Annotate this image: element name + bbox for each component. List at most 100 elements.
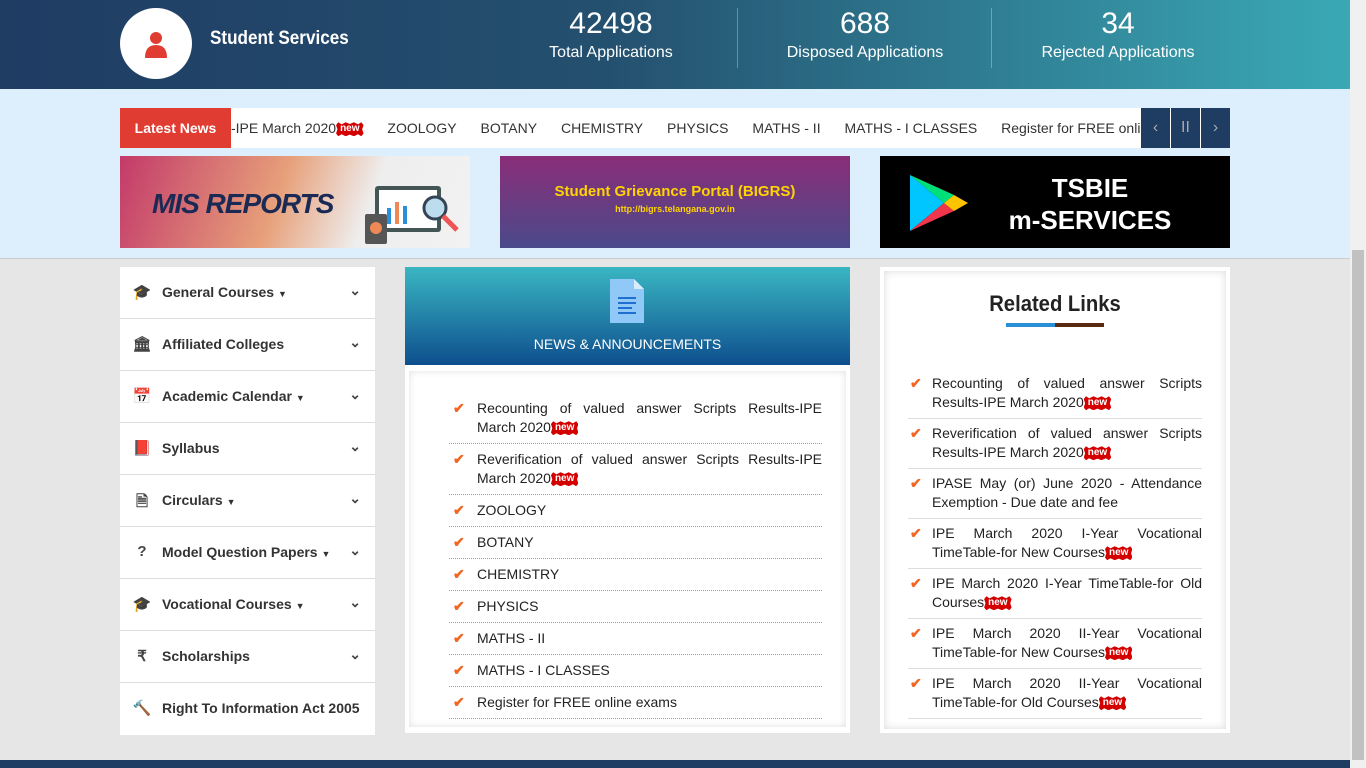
caret-down-icon: ▼ xyxy=(277,289,287,299)
sidebar-item[interactable]: 🎓 General Courses ▼ ⌄ xyxy=(120,267,375,319)
stat-rejected: 34 Rejected Applications xyxy=(993,6,1243,62)
list-item-text: IPE March 2020 I-Year Vocational TimeTab… xyxy=(932,525,1202,560)
ticker-item[interactable]: PHYSICS xyxy=(667,120,728,136)
check-icon: ✔ xyxy=(910,475,922,491)
list-item[interactable]: ✔ MATHS - I CLASSES xyxy=(449,655,822,687)
related-links-title: Related Links xyxy=(989,291,1121,316)
sidebar-item-text: Scholarships xyxy=(162,648,250,664)
chevron-down-icon[interactable]: ⌄ xyxy=(349,594,361,611)
list-item[interactable]: ✔ IPE March 2020 I-Year Vocational TimeTa… xyxy=(908,519,1202,569)
sidebar-item[interactable]: ₹ Scholarships ⌄ xyxy=(120,631,375,683)
list-item[interactable]: ✔ PHYSICS xyxy=(449,591,822,623)
chevron-down-icon[interactable]: ⌄ xyxy=(349,282,361,299)
list-item-text: Recounting of valued answer Scripts Resu… xyxy=(477,400,822,435)
ticker-item[interactable]: MATHS - II xyxy=(752,120,820,136)
grievance-title: Student Grievance Portal (BIGRS) xyxy=(554,183,796,200)
check-icon: ✔ xyxy=(910,375,922,391)
stat-value: 34 xyxy=(1101,7,1135,40)
grievance-portal-banner[interactable]: Student Grievance Portal (BIGRS) http://… xyxy=(500,156,850,248)
check-icon: ✔ xyxy=(453,400,465,416)
sidebar-item[interactable]: 📅 Academic Calendar ▼ ⌄ xyxy=(120,371,375,423)
chevron-down-icon[interactable]: ⌄ xyxy=(349,542,361,559)
sidebar-menu: 🎓 General Courses ▼ ⌄ 🏛 Affiliated Colleges ⌄… xyxy=(120,267,375,735)
list-item-text: IPE March 2020 I-Year TimeTable-for Old … xyxy=(932,575,1202,610)
list-item[interactable]: ✔ IPASE May (or) June 2020 - Attendance E… xyxy=(908,469,1202,519)
latest-news-label: Latest News xyxy=(120,108,231,148)
check-icon: ✔ xyxy=(453,630,465,646)
caret-down-icon: ▼ xyxy=(226,497,236,507)
grievance-url: http://bigrs.telangana.gov.in xyxy=(615,204,735,214)
mis-reports-text: MIS REPORTS xyxy=(152,188,334,219)
ticker-pause-button[interactable]: II xyxy=(1171,108,1200,148)
sidebar-item[interactable]: 🗎 Circulars ▼ ⌄ xyxy=(120,475,375,527)
stat-total: 42498 Total Applications xyxy=(486,6,736,62)
check-icon: ✔ xyxy=(910,525,922,541)
ticker-item[interactable]: -IPE March 2020 new xyxy=(231,120,364,137)
question-icon: ? xyxy=(137,543,147,560)
sidebar-item-label: Vocational Courses ▼ xyxy=(162,596,304,612)
chevron-down-icon[interactable]: ⌄ xyxy=(349,438,361,455)
chevron-down-icon[interactable]: ⌄ xyxy=(349,490,361,507)
graduation-cap-icon: 🎓 xyxy=(132,596,152,613)
list-item-text: IPASE May (or) June 2020 - Attendance Ex… xyxy=(932,475,1202,510)
ticker-item[interactable]: BOTANY xyxy=(481,120,538,136)
user-avatar[interactable] xyxy=(120,8,192,79)
list-item[interactable]: ✔ Recounting of valued answer Scripts Res… xyxy=(449,393,822,444)
list-item[interactable]: ✔ IPE March 2020 II-Year Vocational TimeT… xyxy=(908,619,1202,669)
sidebar-item[interactable]: 📕 Syllabus ⌄ xyxy=(120,423,375,475)
scrollbar-thumb[interactable] xyxy=(1352,250,1364,760)
play-store-icon xyxy=(910,175,968,231)
list-item[interactable]: ✔ ZOOLOGY xyxy=(449,495,822,527)
document-icon xyxy=(609,279,644,323)
list-item[interactable]: ✔ Recounting of valued answer Scripts Res… xyxy=(908,369,1202,419)
ticker-next-button[interactable]: › xyxy=(1201,108,1230,148)
sidebar-item-label: Model Question Papers ▼ xyxy=(162,544,330,560)
sidebar-item[interactable]: ? Model Question Papers ▼ ⌄ xyxy=(120,527,375,579)
ticker-items: -IPE March 2020 new ZOOLOGY BOTANY CHEMIS… xyxy=(231,108,1141,148)
sidebar-item[interactable]: 🎓 Vocational Courses ▼ ⌄ xyxy=(120,579,375,631)
chevron-down-icon[interactable]: ⌄ xyxy=(349,334,361,351)
mis-reports-banner[interactable]: MIS REPORTS xyxy=(120,156,470,248)
chevron-down-icon[interactable]: ⌄ xyxy=(349,646,361,663)
list-item-text: Reverification of valued answer Scripts … xyxy=(477,451,822,486)
sidebar-item-text: Right To Information Act 2005 xyxy=(162,700,360,716)
check-icon: ✔ xyxy=(910,625,922,641)
news-ticker: Latest News -IPE March 2020 new ZOOLOGY B… xyxy=(120,108,1230,148)
list-item-text: Register for FREE online exams xyxy=(477,694,677,710)
news-list[interactable]: ✔ Recounting of valued answer Scripts Res… xyxy=(409,371,846,727)
list-item[interactable]: ✔ CHEMISTRY xyxy=(449,559,822,591)
list-item[interactable]: ✔ Reverification of valued answer Scripts… xyxy=(908,419,1202,469)
sidebar-item-label: Academic Calendar ▼ xyxy=(162,388,305,404)
check-icon: ✔ xyxy=(453,502,465,518)
ticker-item[interactable]: ZOOLOGY xyxy=(387,120,456,136)
calendar-icon: 📅 xyxy=(132,388,152,405)
new-badge: new xyxy=(1104,546,1133,561)
related-links-panel: Related Links ✔ Recounting of valued answ… xyxy=(880,267,1230,733)
ticker-item[interactable]: Register for FREE online e xyxy=(1001,120,1141,136)
sidebar-item-label: Syllabus xyxy=(162,440,220,456)
ticker-item[interactable]: MATHS - I CLASSES xyxy=(844,120,977,136)
new-badge: new xyxy=(1083,396,1112,411)
new-badge: new xyxy=(336,122,364,137)
list-item[interactable]: ✔ MATHS - II xyxy=(449,623,822,655)
header: Student Services 42498 Total Applications… xyxy=(0,0,1350,89)
new-badge: new xyxy=(550,472,579,487)
list-item[interactable]: ✔ Reverification of valued answer Scripts… xyxy=(449,444,822,495)
sidebar-item[interactable]: 🔨 Right To Information Act 2005 xyxy=(120,683,375,735)
institution-icon: 🏛 xyxy=(132,336,152,353)
m-services-banner[interactable]: TSBIE m-SERVICES xyxy=(880,156,1230,248)
list-item[interactable]: ✔ BOTANY xyxy=(449,527,822,559)
sidebar-item[interactable]: 🏛 Affiliated Colleges ⌄ xyxy=(120,319,375,371)
list-item-text: MATHS - I CLASSES xyxy=(477,662,610,678)
list-item[interactable]: ✔ IPE March 2020 II-Year Vocational TimeT… xyxy=(908,669,1202,719)
ticker-item[interactable]: CHEMISTRY xyxy=(561,120,643,136)
list-item-text: IPE March 2020 II-Year Vocational TimeTa… xyxy=(932,625,1202,660)
gavel-icon: 🔨 xyxy=(132,700,152,717)
title-underline xyxy=(1006,323,1104,327)
list-item[interactable]: ✔ IPE March 2020 I-Year TimeTable-for Old… xyxy=(908,569,1202,619)
list-item[interactable]: ✔ Register for FREE online exams xyxy=(449,687,822,719)
ticker-prev-button[interactable]: ‹ xyxy=(1141,108,1170,148)
new-badge: new xyxy=(984,596,1012,611)
chevron-down-icon[interactable]: ⌄ xyxy=(349,386,361,403)
news-announcements-panel: NEWS & ANNOUNCEMENTS ✔ Recounting of valu… xyxy=(405,267,850,733)
